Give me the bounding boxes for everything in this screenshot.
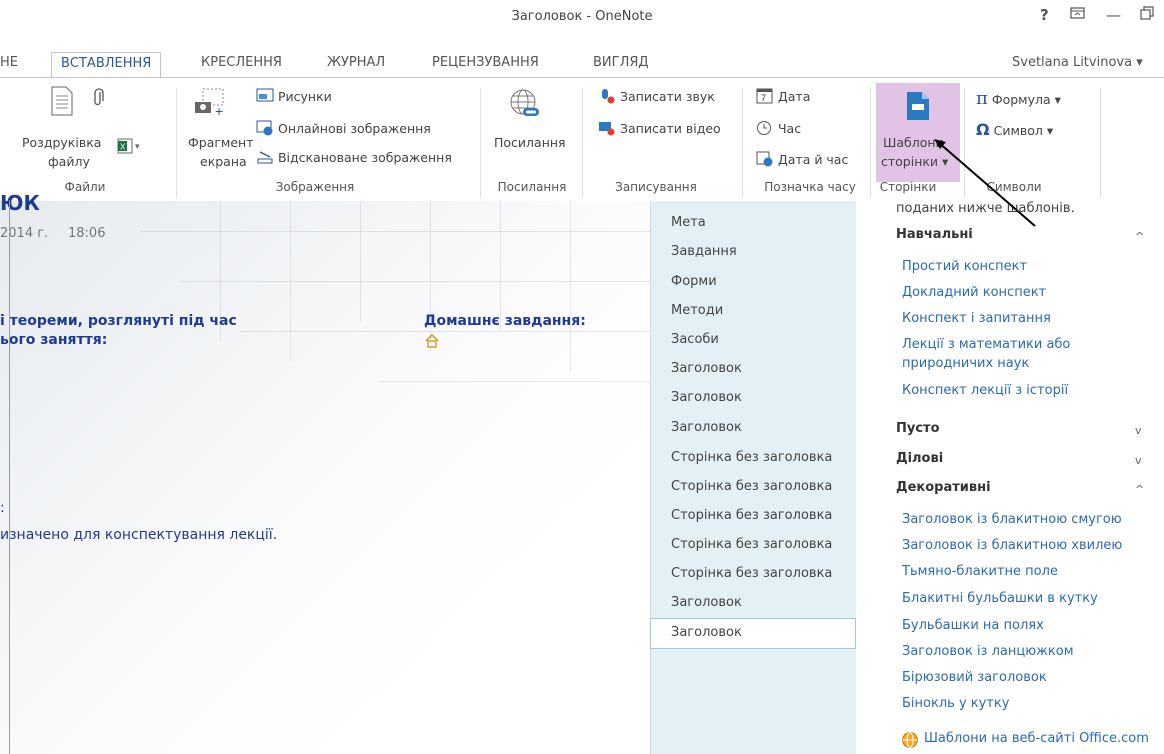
annotation-arrow <box>934 139 1036 227</box>
